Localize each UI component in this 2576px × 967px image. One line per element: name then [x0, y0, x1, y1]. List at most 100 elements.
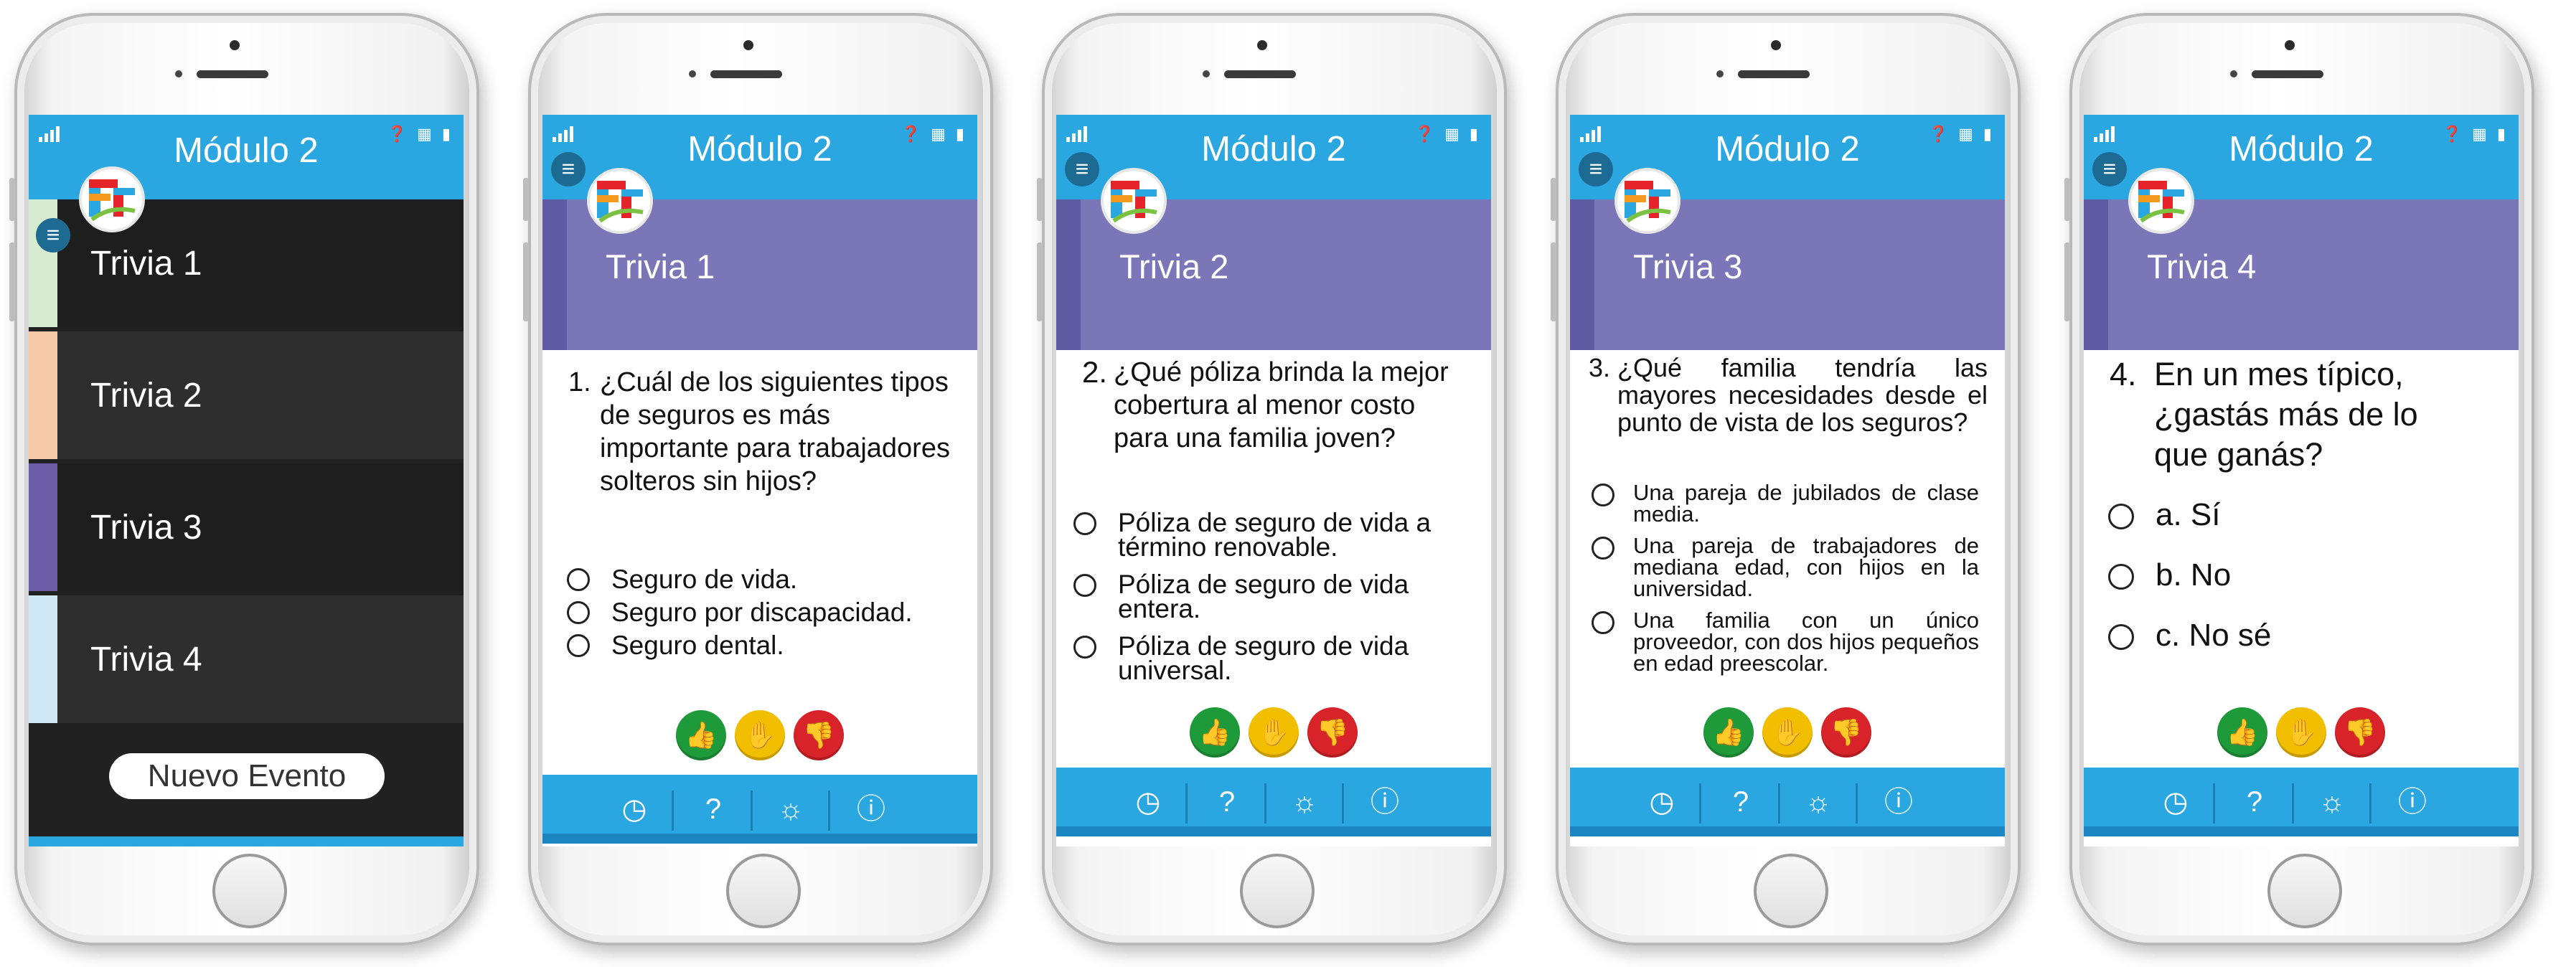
- radio-button[interactable]: [1073, 574, 1096, 597]
- toolbar-divider: [828, 791, 830, 831]
- question-number: 4.: [2110, 356, 2137, 392]
- timer-icon[interactable]: ◷: [614, 789, 654, 829]
- trivia-title: Trivia 4: [2147, 247, 2257, 286]
- radio-button[interactable]: [2108, 504, 2134, 529]
- proximity-sensor: [1716, 70, 1724, 77]
- help-icon[interactable]: ?: [1721, 782, 1761, 822]
- menu-icon[interactable]: ≡: [1579, 152, 1613, 187]
- menu-icon[interactable]: ≡: [2092, 152, 2127, 187]
- hand-neutral-icon[interactable]: ✋: [2276, 707, 2326, 758]
- answer-option[interactable]: Una pareja de jubilados de clase media.: [1592, 480, 1979, 527]
- timer-icon[interactable]: ◷: [2156, 782, 2196, 822]
- idea-icon[interactable]: ☼: [1284, 782, 1325, 822]
- side-menu: Trivia 1 Trivia 2 Trivia 3 Trivia 4 Nuev…: [29, 199, 464, 846]
- hand-neutral-icon[interactable]: ✋: [1762, 707, 1813, 758]
- thumbs-down-icon[interactable]: 👎: [1821, 707, 1871, 758]
- thumbs-down-icon[interactable]: 👎: [1307, 707, 1358, 758]
- earpiece-speaker: [2252, 70, 2323, 78]
- info-icon[interactable]: ⓘ: [1365, 782, 1405, 822]
- status-icons: ❓ ▦ ▮: [2442, 125, 2509, 143]
- answer-option[interactable]: Póliza de seguro de vida universal.: [1073, 633, 1475, 684]
- idea-icon[interactable]: ☼: [2312, 782, 2352, 822]
- toolbar-divider: [2369, 783, 2371, 824]
- timer-icon[interactable]: ◷: [1642, 782, 1682, 822]
- answer-option[interactable]: Seguro por discapacidad.: [567, 598, 969, 627]
- bottom-toolbar: ◷ ? ☼ ⓘ: [1570, 768, 2005, 836]
- menu-item-trivia-3[interactable]: Trivia 3: [29, 463, 464, 591]
- radio-button[interactable]: [567, 568, 590, 591]
- answer-option[interactable]: Seguro de vida.: [567, 566, 969, 593]
- option-label: Seguro por discapacidad.: [611, 598, 913, 627]
- answer-option[interactable]: Seguro dental.: [567, 632, 969, 659]
- menu-item-stripe: [29, 331, 57, 459]
- help-icon[interactable]: ?: [2234, 782, 2275, 822]
- menu-icon[interactable]: ≡: [36, 218, 70, 253]
- logo-icon: [2131, 171, 2191, 231]
- answer-option[interactable]: a. Sí: [2108, 499, 2510, 531]
- question-text: ¿Cuál de los siguientes tipos de seguros…: [600, 367, 950, 496]
- thumbs-down-icon[interactable]: 👎: [794, 710, 844, 760]
- logo-icon: [82, 169, 142, 230]
- menu-item-label: Trivia 1: [90, 245, 202, 283]
- info-icon[interactable]: ⓘ: [2392, 782, 2432, 822]
- idea-icon[interactable]: ☼: [771, 789, 811, 829]
- option-label: Una pareja de jubilados de clase media.: [1633, 480, 1979, 527]
- answer-option[interactable]: c. No sé: [2108, 620, 2510, 651]
- new-event-button[interactable]: Nuevo Evento: [109, 753, 385, 799]
- info-icon[interactable]: ⓘ: [851, 789, 891, 829]
- rating-buttons: 👍 ✋ 👎: [1056, 707, 1491, 758]
- thumbs-up-icon[interactable]: 👍: [2217, 707, 2267, 758]
- thumbs-down-icon[interactable]: 👎: [2335, 707, 2385, 758]
- thumbs-up-icon[interactable]: 👍: [1190, 707, 1240, 758]
- thumbs-up-icon[interactable]: 👍: [676, 710, 726, 760]
- radio-button[interactable]: [567, 634, 590, 657]
- menu-item-trivia-4[interactable]: Trivia 4: [29, 595, 464, 723]
- help-icon[interactable]: ?: [693, 789, 733, 829]
- menu-item-trivia-2[interactable]: Trivia 2: [29, 331, 464, 459]
- radio-button[interactable]: [567, 601, 590, 624]
- option-label: b. No: [2156, 557, 2232, 593]
- radio-button[interactable]: [2108, 624, 2134, 650]
- timer-icon[interactable]: ◷: [1128, 782, 1168, 822]
- menu-icon[interactable]: ≡: [551, 152, 586, 187]
- answer-option[interactable]: Póliza de seguro de vida a término renov…: [1073, 509, 1475, 560]
- answer-options: Seguro de vida. Seguro por discapacidad.…: [567, 566, 969, 666]
- phone-trivia-1: Módulo 2 ❓ ▦ ▮ Trivia 1 ≡ 1. ¿Cuál de lo…: [523, 13, 993, 945]
- proximity-sensor: [2230, 70, 2237, 77]
- info-icon[interactable]: ⓘ: [1879, 782, 1919, 822]
- logo-icon: [590, 171, 650, 231]
- answer-option[interactable]: Póliza de seguro de vida entera.: [1073, 571, 1475, 622]
- answer-option[interactable]: b. No: [2108, 560, 2510, 591]
- help-icon[interactable]: ?: [1207, 782, 1247, 822]
- bottom-toolbar: ◷ ? ☼ ⓘ: [2084, 768, 2519, 836]
- hand-neutral-icon[interactable]: ✋: [1249, 707, 1299, 758]
- answer-option[interactable]: Una familia con un único proveedor, con …: [1592, 609, 1979, 674]
- screen: Módulo 2 ❓ ▦ ▮ Trivia 1 Trivia 2 Trivia …: [29, 115, 464, 846]
- menu-item-stripe: [29, 595, 57, 723]
- radio-button[interactable]: [1592, 537, 1614, 560]
- mute-switch: [1551, 178, 1556, 221]
- status-icons: ❓ ▦ ▮: [387, 125, 453, 143]
- screen: Módulo 2 ❓ ▦ ▮ Trivia 3 ≡ 3. ¿Qué famili…: [1570, 115, 2005, 846]
- idea-icon[interactable]: ☼: [1798, 782, 1838, 822]
- answer-option[interactable]: Una pareja de trabajadores de mediana ed…: [1592, 534, 1979, 600]
- toolbar-divider: [672, 791, 674, 831]
- thumbs-up-icon[interactable]: 👍: [1703, 707, 1754, 758]
- volume-button: [9, 242, 15, 321]
- screen: Módulo 2 ❓ ▦ ▮ Trivia 4 ≡ 4. En un mes t…: [2084, 115, 2519, 846]
- hand-neutral-icon[interactable]: ✋: [735, 710, 785, 760]
- phone-trivia-3: Módulo 2 ❓ ▦ ▮ Trivia 3 ≡ 3. ¿Qué famili…: [1551, 13, 2021, 945]
- menu-icon[interactable]: ≡: [1065, 152, 1099, 187]
- home-button: [726, 854, 801, 928]
- toolbar-divider: [2292, 783, 2294, 824]
- front-camera: [743, 40, 753, 50]
- radio-button[interactable]: [1073, 512, 1096, 535]
- radio-button[interactable]: [2108, 564, 2134, 590]
- radio-button[interactable]: [1592, 484, 1614, 506]
- radio-button[interactable]: [1073, 636, 1096, 659]
- screen: Módulo 2 ❓ ▦ ▮ Trivia 2 ≡ 2. ¿Qué póliza…: [1056, 115, 1491, 846]
- header-stripe: [1570, 199, 1594, 350]
- radio-button[interactable]: [1592, 611, 1614, 634]
- phone-menu: Módulo 2 ❓ ▦ ▮ Trivia 1 Trivia 2 Trivia …: [9, 13, 479, 945]
- question-number: 2.: [1082, 355, 1108, 389]
